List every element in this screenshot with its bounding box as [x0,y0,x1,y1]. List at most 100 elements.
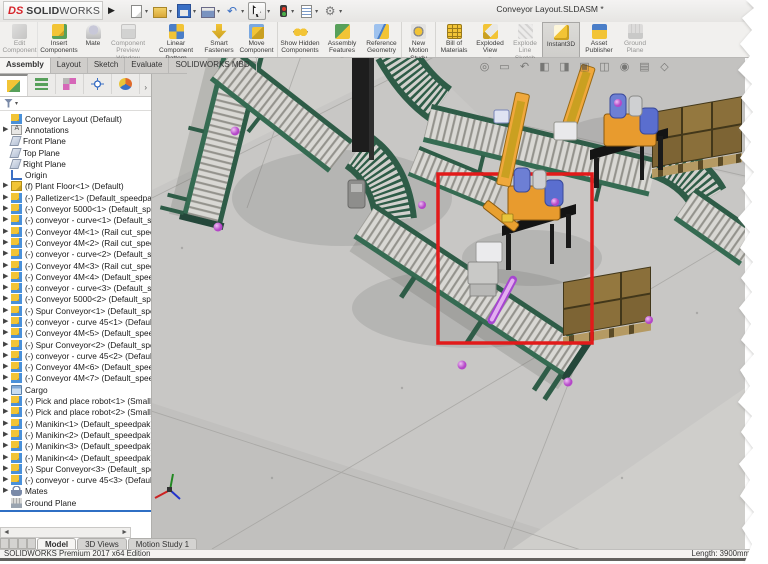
zoom-to-fit-icon[interactable]: ◎ [478,61,491,74]
display-style-icon[interactable]: ▣ [578,61,591,74]
expand-arrow-icon[interactable]: ▶ [3,182,11,190]
expand-arrow-icon[interactable]: ▶ [3,397,11,405]
tree-item[interactable]: ▶ (-) Conveyor 4M<3> (Rail cut_speedpak) [0,260,151,271]
expand-arrow-icon[interactable]: ▶ [3,363,11,371]
section-view-icon[interactable]: ◧ [538,61,551,74]
reference-geometry-button[interactable]: Reference Geometry ⌄ [362,22,402,57]
expand-arrow-icon[interactable]: ▶ [3,431,11,439]
tree-item[interactable]: ▶ (-) Manikin<1> (Default_speedpak) [0,418,151,429]
tree-item[interactable]: ▶ (-) conveyor - curve 45<1> (Default_sp… [0,316,151,327]
tree-item[interactable]: ▶ (-) Manikin<2> (Default_speedpak) [0,429,151,440]
previous-view-icon[interactable]: ↶ [518,61,531,74]
configurationmanager-tab[interactable] [56,74,84,94]
filter-dropdown-icon[interactable]: ▾ [15,100,18,107]
tree-item[interactable]: ▶ (-) Manikin<3> (Default_speedpak) [0,441,151,452]
tree-item[interactable]: ▶ Cargo [0,384,151,395]
mate-button[interactable]: Mate ⌄ [80,22,106,57]
instant3d-button[interactable]: Instant3D ⌄ [542,22,580,57]
expand-arrow-icon[interactable]: ▶ [3,194,11,202]
tree-item[interactable]: ▶ Ground Plane [0,497,151,508]
expand-arrow-icon[interactable]: ▶ [3,329,11,337]
propertymanager-tab[interactable] [28,74,56,94]
scroll-right-icon[interactable]: ► [119,529,130,536]
viewport-3d-scene[interactable]: ◎ ▭ ↶ ◧ ◨ ▣ ◫ ◉ ▤ ◇ [152,58,745,549]
panel-splitter[interactable] [0,510,151,512]
tree-item[interactable]: ▶ Origin [0,169,151,180]
expand-arrow-icon[interactable]: ▶ [3,352,11,360]
apply-scene-icon[interactable]: ▤ [638,61,651,74]
rebuild-icon[interactable] [274,3,290,19]
undo-icon[interactable]: ↶ [224,3,240,19]
tree-filter[interactable]: ▾ [0,96,151,111]
tree-item[interactable]: ▶ (-) Spur Conveyor<3> (Default_speedpak… [0,463,151,474]
scroll-left-icon[interactable]: ◄ [1,529,12,536]
view-settings-icon[interactable]: ◇ [658,61,671,74]
expand-arrow-icon[interactable]: ▶ [3,205,11,213]
new-document-icon[interactable] [128,3,144,19]
view-orientation-icon[interactable]: ◨ [558,61,571,74]
smart-fasteners-button[interactable]: Smart Fasteners ⌄ [202,22,236,57]
dropdown-arrow-icon[interactable]: ▾ [217,8,220,15]
print-icon[interactable] [200,3,216,19]
expand-arrow-icon[interactable]: ▶ [3,239,11,247]
expand-arrow-icon[interactable]: ▶ [3,341,11,349]
new-motion-study-button[interactable]: New Motion Study ⌄ [402,22,436,57]
expand-arrow-icon[interactable]: ▶ [3,228,11,236]
dropdown-arrow-icon[interactable]: ▾ [241,8,244,15]
command-tab[interactable]: Assembly [0,58,51,73]
dropdown-arrow-icon[interactable]: ▾ [267,8,270,15]
dropdown-arrow-icon[interactable]: ▾ [193,8,196,15]
tree-item[interactable]: ▶ (-) Manikin<4> (Default_speedpak) [0,452,151,463]
dimxpertmanager-tab[interactable] [84,74,112,94]
dropdown-arrow-icon[interactable]: ▾ [169,8,172,15]
assembly-features-button[interactable]: Assembly Features ⌄ [322,22,362,57]
tree-item[interactable]: ▶ (-) conveyor - curve 45<3> (Default_sp… [0,475,151,486]
expand-arrow-icon[interactable]: ▶ [3,487,11,495]
tree-item[interactable]: ▶ (-) Conveyor 5000<1> (Default_speedpak… [0,203,151,214]
expand-arrow-icon[interactable]: ▶ [3,374,11,382]
show-hidden-components-button[interactable]: Show Hidden Components ⌄ [278,22,322,57]
expand-arrow-icon[interactable]: ▶ [3,126,11,134]
tree-item[interactable]: ▶ (-) Pick and place robot<2> (Small_spe… [0,407,151,418]
move-component-button[interactable]: Move Component ⌄ [236,22,278,57]
tree-item[interactable]: ▶ (-) Spur Conveyor<2> (Default_speedpak… [0,339,151,350]
expand-arrow-icon[interactable]: ▶ [3,295,11,303]
expand-arrow-icon[interactable]: ▶ [3,420,11,428]
command-tab[interactable]: SOLIDWORKS MBD [169,58,256,73]
expand-arrow-icon[interactable]: ▶ [3,408,11,416]
save-icon[interactable] [176,3,192,19]
tree-item[interactable]: ▶ (-) Palletizer<1> (Default_speedpak) [0,192,151,203]
tree-item[interactable]: ▶ Front Plane [0,136,151,147]
expand-arrow-icon[interactable]: ▶ [3,307,11,315]
window-splitter-controls[interactable] [0,538,36,549]
dropdown-arrow-icon[interactable]: ▾ [315,8,318,15]
tree-item[interactable]: ▶ (-) conveyor - curve<2> (Default_speed… [0,249,151,260]
tree-item[interactable]: ▶ Right Plane [0,158,151,169]
expand-arrow-icon[interactable]: ▶ [3,465,11,473]
tree-item[interactable]: ▶ (-) Conveyor 4M<6> (Default_speedpak) [0,362,151,373]
tree-item[interactable]: ▶ Top Plane [0,147,151,158]
command-tab[interactable]: Sketch [88,58,125,73]
open-icon[interactable] [152,3,168,19]
options-gear-icon[interactable]: ⚙ [322,3,338,19]
select-cursor-icon[interactable] [248,2,266,20]
tree-item[interactable]: ▶ (-) Conveyor 4M<7> (Default_speedpak) [0,373,151,384]
tree-item[interactable]: ▶ (-) Conveyor 4M<2> (Rail cut_speedpak) [0,237,151,248]
zoom-to-area-icon[interactable]: ▭ [498,61,511,74]
menu-flyout-arrow-icon[interactable]: ▶ [108,5,115,16]
expand-arrow-icon[interactable]: ▶ [3,262,11,270]
tree-item[interactable]: ▶ Annotations [0,124,151,135]
tree-item[interactable]: ▶ (-) conveyor - curve<1> (Default_speed… [0,215,151,226]
tree-item[interactable]: ▶ Conveyor Layout (Default) [0,113,151,124]
dropdown-arrow-icon[interactable]: ▾ [339,8,342,15]
expand-arrow-icon[interactable]: ▶ [3,476,11,484]
expand-arrow-icon[interactable]: ▶ [3,318,11,326]
tree-item[interactable]: ▶ (-) conveyor - curve 45<2> (Default_sp… [0,350,151,361]
expand-arrow-icon[interactable]: ▶ [3,442,11,450]
panel-horizontal-scrollbar[interactable]: ◄ ► [0,527,131,538]
tree-item[interactable]: ▶ (-) conveyor - curve<3> (Default_speed… [0,282,151,293]
expand-arrow-icon[interactable]: ▶ [3,284,11,292]
dropdown-arrow-icon[interactable]: ▾ [291,8,294,15]
command-tab[interactable]: Evaluate [125,58,169,73]
tree-item[interactable]: ▶ (-) Conveyor 5000<2> (Default_speedpak… [0,294,151,305]
